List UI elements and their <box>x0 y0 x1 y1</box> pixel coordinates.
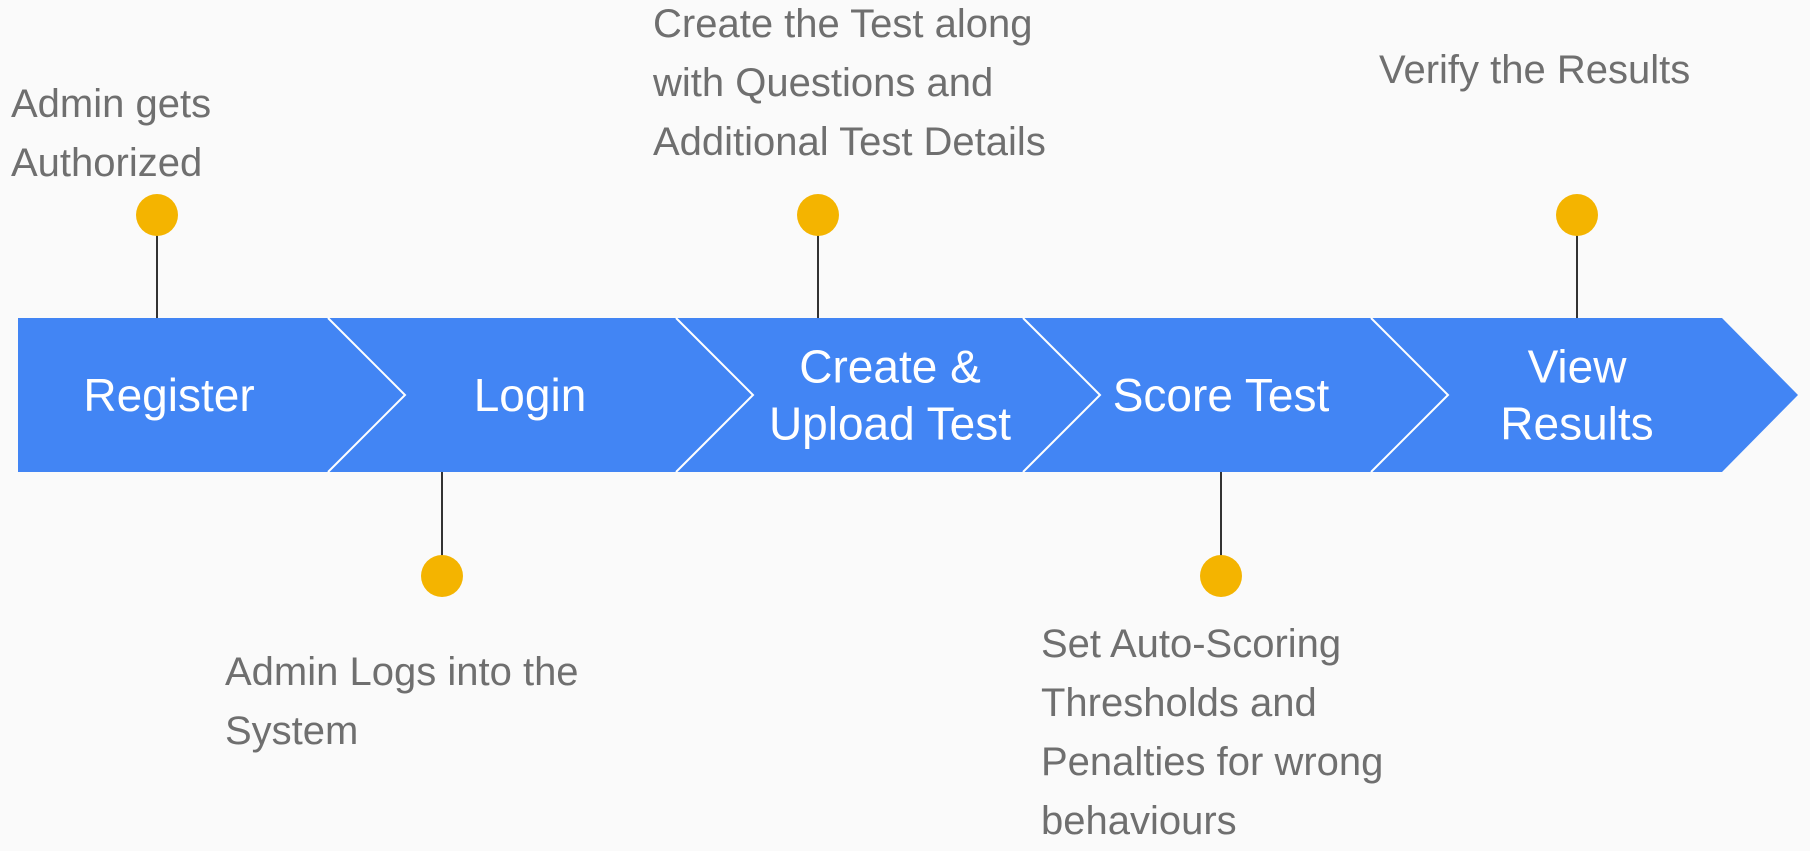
stage-label-3-line-1: Create & <box>799 341 981 393</box>
marker-dot-2 <box>421 555 463 597</box>
step-note-5: Verify the Results <box>1379 41 1690 100</box>
step-note-1-line-2: Authorized <box>11 141 203 185</box>
stage-label-5-line-2: Results <box>1500 398 1653 450</box>
marker-dot-4 <box>1200 555 1242 597</box>
stage-label-1-line-1: Register <box>83 369 254 421</box>
step-note-2-line-2: System <box>225 709 359 753</box>
stage-label-4: Score Test <box>1113 369 1330 421</box>
stage-label-2-line-1: Login <box>474 369 587 421</box>
step-note-3-line-1: Create the Test along <box>653 2 1033 46</box>
step-note-4-line-4: behaviours <box>1041 799 1237 843</box>
stage-label-4-line-1: Score Test <box>1113 369 1330 421</box>
step-note-3-line-3: Additional Test Details <box>653 120 1046 164</box>
step-note-1-line-1: Admin gets <box>11 82 212 126</box>
marker-dot-3 <box>797 194 839 236</box>
stage-label-5-line-1: View <box>1528 341 1628 393</box>
stage-label-3-line-2: Upload Test <box>769 398 1011 450</box>
step-note-2-line-1: Admin Logs into the <box>225 650 579 694</box>
step-note-3-line-2: with Questions and <box>653 61 994 105</box>
marker-dot-5 <box>1556 194 1598 236</box>
step-note-4-line-1: Set Auto-Scoring <box>1041 622 1342 666</box>
step-note-4-line-2: Thresholds and <box>1041 681 1317 725</box>
stage-label-1: Register <box>83 369 254 421</box>
stage-label-2: Login <box>474 369 587 421</box>
marker-dot-1 <box>136 194 178 236</box>
step-note-2: Admin Logs into the System <box>225 643 579 761</box>
step-note-3: Create the Test along with Questions and A… <box>653 0 1046 172</box>
step-note-4: Set Auto-Scoring Thresholds and Penalties … <box>1041 615 1383 851</box>
step-note-5-line-1: Verify the Results <box>1379 48 1691 92</box>
step-note-1: Admin gets Authorized <box>11 75 211 193</box>
step-note-4-line-3: Penalties for wrong <box>1041 740 1384 784</box>
